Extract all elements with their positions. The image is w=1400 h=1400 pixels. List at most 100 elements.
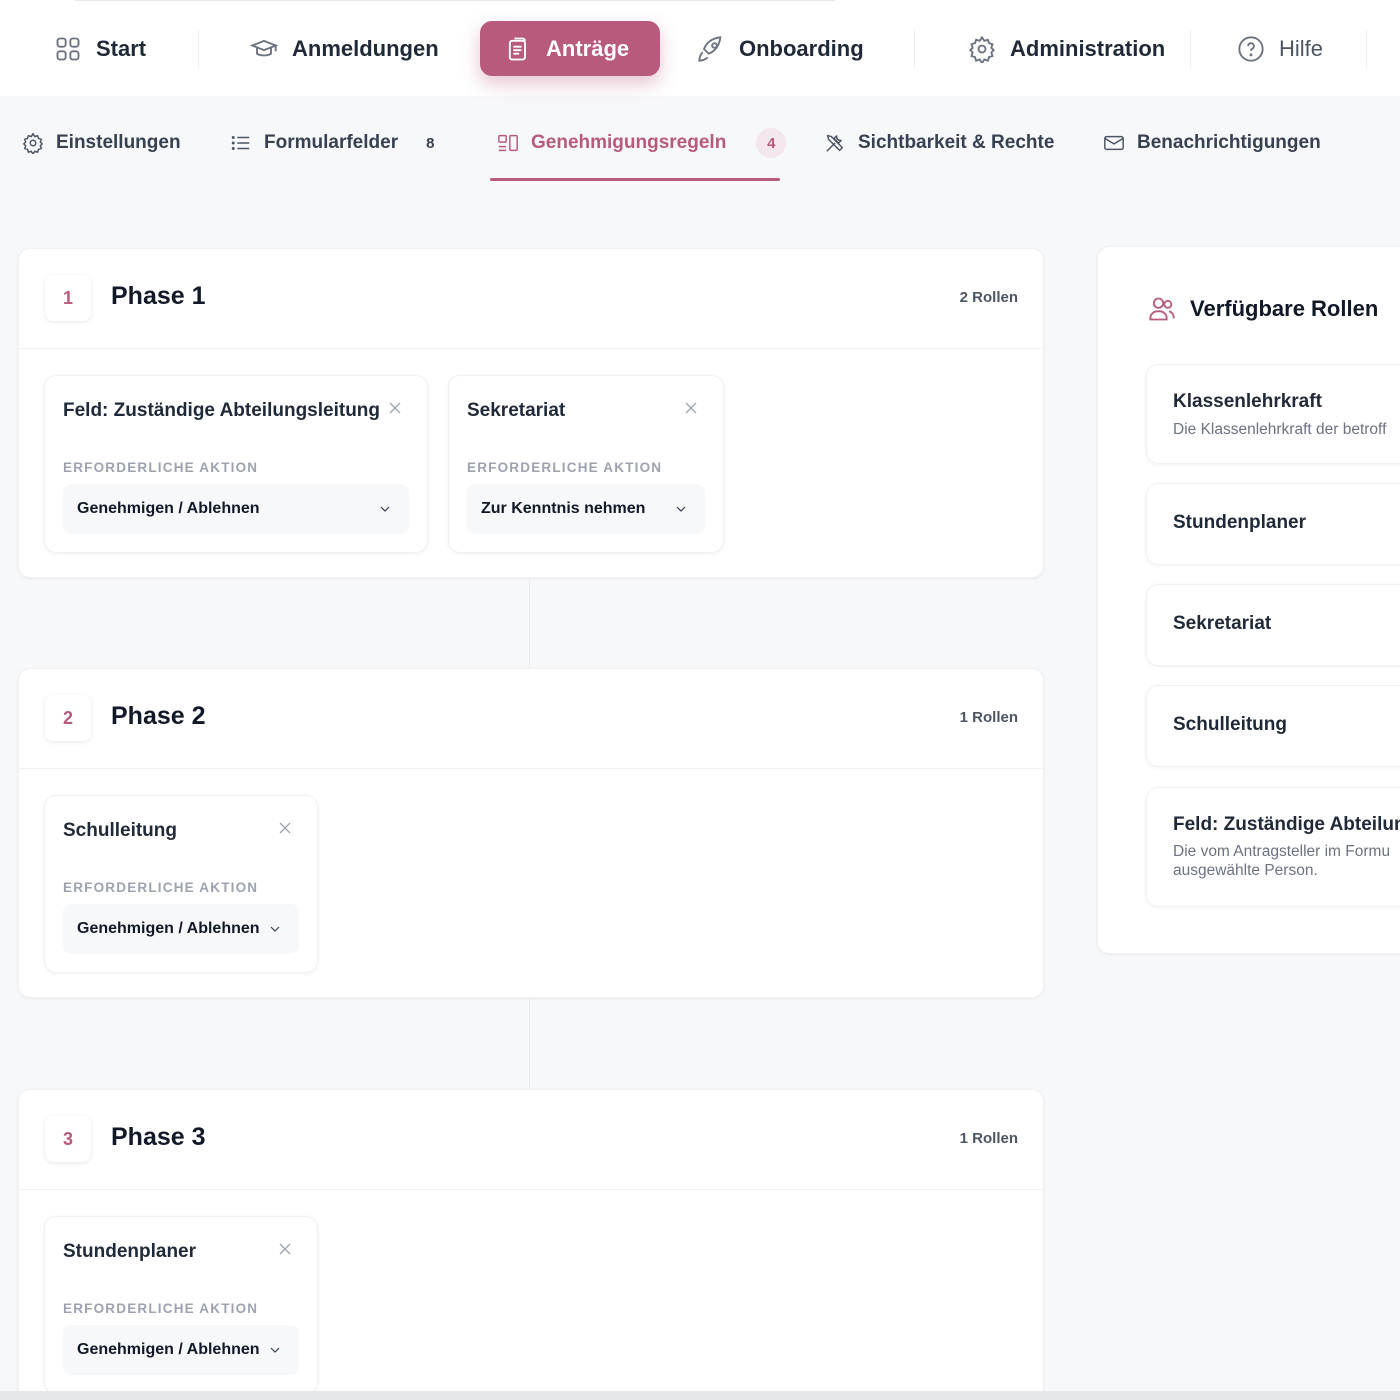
chevron-down-icon bbox=[380, 506, 390, 512]
sub-tabs: Einstellungen Formularfelder 8 Genehmigu… bbox=[0, 96, 1400, 186]
action-label: ERFORDERLICHE AKTION bbox=[63, 1301, 259, 1316]
action-select[interactable]: Zur Kenntnis nehmen bbox=[467, 484, 705, 534]
available-role-item[interactable]: Feld: Zuständige Abteilun Die vom Antrag… bbox=[1146, 787, 1400, 907]
nav-hilfe-label: Hilfe bbox=[1279, 35, 1324, 61]
action-label: ERFORDERLICHE AKTION bbox=[63, 880, 259, 895]
rocket-icon bbox=[698, 35, 722, 62]
close-icon bbox=[685, 402, 697, 414]
available-role-description: Die Klassenlehrkraft der betroff bbox=[1173, 421, 1387, 438]
action-label: ERFORDERLICHE AKTION bbox=[467, 460, 663, 475]
help-circle-icon bbox=[1238, 35, 1264, 62]
phase-roles-count: 1 Rollen bbox=[959, 709, 1018, 726]
available-role-item[interactable]: Schulleitung bbox=[1146, 685, 1400, 767]
available-role-description: Die vom Antragsteller im Formu bbox=[1173, 843, 1391, 860]
nav-antraege-label: Anträge bbox=[546, 35, 630, 61]
nav-onboarding-label: Onboarding bbox=[739, 35, 864, 61]
tab-benachrichtigungen[interactable]: Benachrichtigungen bbox=[1103, 126, 1321, 160]
nav-administration[interactable]: Administration bbox=[944, 21, 1189, 76]
action-select-value: Genehmigen / Ablehnen bbox=[77, 500, 260, 517]
phase-number: 3 bbox=[45, 1116, 91, 1162]
action-select[interactable]: Genehmigen / Ablehnen bbox=[63, 904, 299, 954]
mail-icon bbox=[1104, 135, 1124, 151]
nav-onboarding[interactable]: Onboarding bbox=[673, 21, 888, 76]
available-role-name: Klassenlehrkraft bbox=[1173, 391, 1322, 412]
close-icon bbox=[389, 402, 401, 414]
nav-anmeldungen[interactable]: Anmeldungen bbox=[226, 21, 463, 76]
role-name: Sekretariat bbox=[467, 400, 566, 421]
available-role-description: ausgewählte Person. bbox=[1173, 862, 1318, 879]
tools-icon bbox=[826, 134, 844, 152]
available-role-name: Feld: Zuständige Abteilun bbox=[1173, 814, 1400, 835]
phase-panel: 2 Phase 2 1 Rollen Schulleitung ERFORDER… bbox=[18, 668, 1044, 998]
nav-start[interactable]: Start bbox=[30, 21, 170, 76]
remove-role-button[interactable] bbox=[385, 398, 405, 418]
phase-header: 1 Phase 1 2 Rollen bbox=[19, 249, 1043, 349]
top-navigation: Start Anmeldungen Anträge Onboarding Adm… bbox=[0, 0, 1400, 96]
tab-genehmigungsregeln-label: Genehmigungsregeln bbox=[531, 132, 727, 153]
tab-formularfelder-count: 8 bbox=[426, 134, 435, 152]
nav-anmeldungen-label: Anmeldungen bbox=[292, 35, 439, 61]
list-icon bbox=[231, 136, 250, 150]
remove-role-button[interactable] bbox=[681, 398, 701, 418]
remove-role-button[interactable] bbox=[275, 1239, 295, 1259]
phase-panel: 1 Phase 1 2 Rollen Feld: Zuständige Abte… bbox=[18, 248, 1044, 578]
nav-administration-label: Administration bbox=[1010, 35, 1166, 61]
phase-title: Phase 1 bbox=[111, 282, 206, 310]
horizontal-scrollbar[interactable] bbox=[0, 1391, 1400, 1400]
nav-start-label: Start bbox=[96, 35, 147, 61]
remove-role-button[interactable] bbox=[275, 818, 295, 838]
nav-separator bbox=[1366, 30, 1367, 68]
available-role-item[interactable]: Sekretariat bbox=[1146, 584, 1400, 666]
chevron-down-icon bbox=[270, 926, 280, 932]
top-divider bbox=[75, 0, 835, 1]
phase-connector bbox=[529, 578, 530, 668]
nav-hilfe[interactable]: Hilfe bbox=[1213, 21, 1347, 76]
role-card: Schulleitung ERFORDERLICHE AKTION Genehm… bbox=[44, 795, 318, 973]
active-tab-indicator bbox=[490, 178, 780, 181]
available-role-name: Sekretariat bbox=[1173, 613, 1272, 634]
chevron-down-icon bbox=[270, 1347, 280, 1353]
available-role-item[interactable]: Stundenplaner bbox=[1146, 483, 1400, 565]
available-role-item[interactable]: Klassenlehrkraft Die Klassenlehrkraft de… bbox=[1146, 364, 1400, 464]
role-name: Stundenplaner bbox=[63, 1241, 197, 1262]
role-name: Feld: Zuständige Abteilungsleitung bbox=[63, 400, 381, 421]
action-select[interactable]: Genehmigen / Ablehnen bbox=[63, 1325, 299, 1375]
gear-icon bbox=[22, 132, 44, 154]
available-role-name: Stundenplaner bbox=[1173, 512, 1307, 533]
phase-title: Phase 2 bbox=[111, 702, 206, 730]
close-icon bbox=[279, 822, 291, 834]
phase-title: Phase 3 bbox=[111, 1123, 206, 1151]
nav-separator bbox=[1190, 30, 1191, 68]
tab-genehmigungsregeln[interactable]: Genehmigungsregeln 4 bbox=[497, 126, 787, 160]
tab-einstellungen-label: Einstellungen bbox=[56, 132, 181, 153]
action-select[interactable]: Genehmigen / Ablehnen bbox=[63, 484, 409, 534]
tab-formularfelder[interactable]: Formularfelder 8 bbox=[230, 126, 434, 160]
phase-header: 2 Phase 2 1 Rollen bbox=[19, 669, 1043, 769]
role-name: Schulleitung bbox=[63, 820, 177, 841]
phase-roles-count: 2 Rollen bbox=[959, 289, 1018, 306]
tab-genehmigungsregeln-count: 4 bbox=[756, 128, 787, 158]
phase-panel: 3 Phase 3 1 Rollen Stundenplaner ERFORDE… bbox=[18, 1089, 1044, 1399]
role-card: Feld: Zuständige Abteilungsleitung ERFOR… bbox=[44, 375, 428, 553]
nav-separator bbox=[198, 30, 199, 68]
tab-sichtbarkeit-rechte[interactable]: Sichtbarkeit & Rechte bbox=[824, 126, 1054, 160]
nav-separator bbox=[914, 30, 915, 68]
action-select-value: Genehmigen / Ablehnen bbox=[77, 1341, 260, 1358]
available-roles-panel: Verfügbare Rollen Klassenlehrkraft Die K… bbox=[1097, 246, 1400, 954]
phase-roles-count: 1 Rollen bbox=[959, 1130, 1018, 1147]
grid-icon bbox=[56, 37, 80, 60]
tab-benachrichtigungen-label: Benachrichtigungen bbox=[1137, 132, 1321, 153]
nav-antraege[interactable]: Anträge bbox=[480, 21, 660, 76]
close-icon bbox=[279, 1243, 291, 1255]
available-roles-title: Verfügbare Rollen bbox=[1190, 296, 1379, 321]
tab-formularfelder-label: Formularfelder bbox=[264, 132, 399, 153]
tab-sichtbarkeit-rechte-label: Sichtbarkeit & Rechte bbox=[858, 132, 1055, 153]
users-icon bbox=[1149, 297, 1175, 321]
graduation-cap-icon bbox=[250, 39, 278, 56]
action-select-value: Genehmigen / Ablehnen bbox=[77, 920, 260, 937]
chevron-down-icon bbox=[676, 506, 686, 512]
workflow-icon bbox=[498, 134, 518, 152]
tab-einstellungen[interactable]: Einstellungen bbox=[22, 126, 181, 160]
phase-connector bbox=[529, 998, 530, 1088]
gear-icon bbox=[969, 35, 995, 63]
